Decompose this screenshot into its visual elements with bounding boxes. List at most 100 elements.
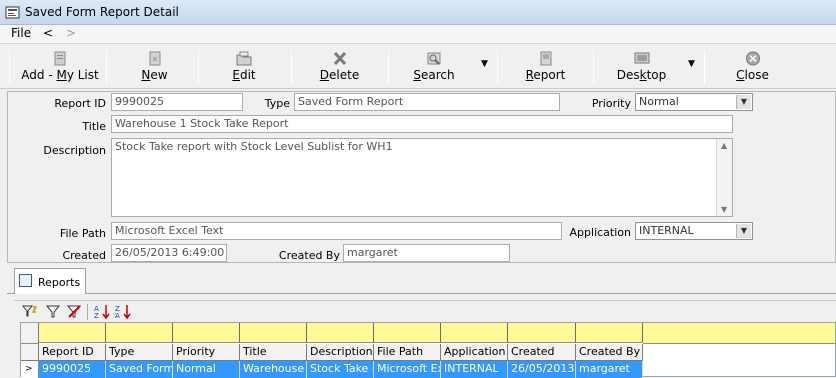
desktop-icon <box>634 52 649 64</box>
type-field[interactable]: Saved Form Report <box>294 93 560 111</box>
app-icon <box>5 6 20 19</box>
menu-back[interactable]: < <box>43 26 53 40</box>
desktop-button[interactable]: Desktop <box>599 44 684 88</box>
column-header[interactable]: Title <box>240 344 307 361</box>
add-to-list-icon <box>54 51 66 66</box>
svg-text:A: A <box>115 312 120 319</box>
search-icon <box>427 52 441 65</box>
application-label: Application <box>569 226 631 239</box>
tab-reports-label: Reports <box>38 276 81 289</box>
created-label: Created <box>62 249 106 262</box>
edit-button[interactable]: Edit <box>204 44 284 88</box>
toolbar-separator <box>497 50 498 84</box>
column-header[interactable]: Created <box>508 344 576 361</box>
new-button[interactable]: New <box>112 44 197 88</box>
toolbar-separator <box>198 50 199 84</box>
sort-descending-icon[interactable]: Z A <box>115 304 131 319</box>
tab-strip: Reports <box>7 268 836 294</box>
toolbar: Add - My List New Edit Delete Search ▼ R… <box>0 43 836 89</box>
menu-bar: File < > <box>0 25 836 43</box>
column-header[interactable]: Description <box>307 344 374 361</box>
title-label: Title <box>82 120 106 133</box>
table-cell[interactable]: Microsoft Ex <box>374 361 441 378</box>
close-button[interactable]: Close <box>710 44 795 88</box>
title-bar: Saved Form Report Detail <box>0 0 836 25</box>
row-indicator[interactable]: > <box>21 361 39 378</box>
table-cell[interactable]: INTERNAL <box>441 361 508 378</box>
created-by-label: Created By <box>278 249 340 262</box>
table-cell[interactable]: margaret <box>576 361 643 378</box>
scroll-up-icon[interactable]: ▲ <box>721 141 727 150</box>
clear-filter-icon[interactable] <box>66 304 82 319</box>
table-cell[interactable]: 26/05/2013 6 <box>508 361 576 378</box>
priority-select[interactable]: Normal ▼ <box>635 93 753 111</box>
report-button[interactable]: Report <box>503 44 588 88</box>
reports-grid: > Report ID 9990025 Type Saved Form Priority… <box>20 322 836 378</box>
close-icon <box>745 51 760 66</box>
window-title: Saved Form Report Detail <box>25 5 179 19</box>
table-cell[interactable]: Normal <box>173 361 240 378</box>
scroll-down-icon[interactable]: ▼ <box>721 205 727 214</box>
toolbar-separator <box>9 50 10 84</box>
desktop-dropdown-arrow-icon[interactable]: ▼ <box>688 59 695 69</box>
table-cell[interactable]: Saved Form <box>106 361 173 378</box>
created-field[interactable]: 26/05/2013 6:49:00 AM <box>111 244 227 262</box>
report-icon <box>540 51 551 66</box>
search-button[interactable]: Search <box>394 44 474 88</box>
search-dropdown-arrow-icon[interactable]: ▼ <box>481 59 488 69</box>
delete-button[interactable]: Delete <box>297 44 382 88</box>
toolbar-separator <box>704 50 705 84</box>
filter-cell[interactable] <box>106 323 173 343</box>
column-header[interactable]: File Path <box>374 344 441 361</box>
auto-filter-icon[interactable] <box>22 304 38 319</box>
application-dropdown-arrow-icon[interactable]: ▼ <box>736 224 751 238</box>
tab-reports[interactable]: Reports <box>14 268 86 294</box>
priority-dropdown-arrow-icon[interactable]: ▼ <box>736 95 751 109</box>
grid-toolbar-separator <box>87 304 88 320</box>
filter-cell[interactable] <box>307 323 374 343</box>
filter-cell[interactable] <box>39 323 106 343</box>
filter-cell[interactable] <box>173 323 240 343</box>
description-scrollbar[interactable]: ▲ ▼ <box>716 139 732 216</box>
svg-text:Z: Z <box>94 312 99 319</box>
grid-toolbar: A Z Z A <box>14 300 836 322</box>
report-id-field[interactable]: 9990025 <box>111 93 243 111</box>
filter-cell[interactable] <box>576 323 643 343</box>
description-textarea[interactable]: Stock Take report with Stock Level Subli… <box>111 138 733 217</box>
filter-cell[interactable] <box>441 323 508 343</box>
edit-folder-icon <box>236 51 252 66</box>
file-path-label: File Path <box>59 227 106 240</box>
filter-row-corner <box>21 323 39 344</box>
table-cell[interactable]: Stock Take r <box>307 361 374 378</box>
reports-tab-icon <box>19 274 32 287</box>
column-header[interactable]: Type <box>106 344 173 361</box>
menu-file[interactable]: File <box>11 26 31 40</box>
column-header[interactable]: Report ID <box>39 344 106 361</box>
toolbar-separator <box>106 50 107 84</box>
toolbar-separator <box>388 50 389 84</box>
table-cell[interactable]: 9990025 <box>39 361 106 378</box>
created-by-field[interactable]: margaret <box>343 244 510 262</box>
report-detail-form: Report ID 9990025 Type Saved Form Report… <box>7 91 836 263</box>
priority-label: Priority <box>591 97 631 110</box>
filter-icon[interactable] <box>45 304 61 319</box>
table-cell[interactable]: Warehouse <box>240 361 307 378</box>
file-path-field[interactable]: Microsoft Excel Text <box>111 222 562 240</box>
filter-cell[interactable] <box>508 323 576 343</box>
filter-cell[interactable] <box>374 323 441 343</box>
toolbar-separator <box>291 50 292 84</box>
application-select[interactable]: INTERNAL ▼ <box>635 222 753 240</box>
sort-ascending-icon[interactable]: A Z <box>94 304 110 319</box>
new-document-icon <box>149 51 160 66</box>
title-field[interactable]: Warehouse 1 Stock Take Report <box>111 115 733 133</box>
column-header[interactable]: Created By <box>576 344 643 361</box>
column-header[interactable]: Application <box>441 344 508 361</box>
add-my-list-button[interactable]: Add - My List <box>15 44 105 88</box>
header-row-corner <box>21 344 39 361</box>
filter-row-filler <box>643 323 835 344</box>
menu-forward[interactable]: > <box>66 26 76 40</box>
filter-cell[interactable] <box>240 323 307 343</box>
type-label: Type <box>264 97 290 110</box>
column-header[interactable]: Priority <box>173 344 240 361</box>
toolbar-separator <box>593 50 594 84</box>
